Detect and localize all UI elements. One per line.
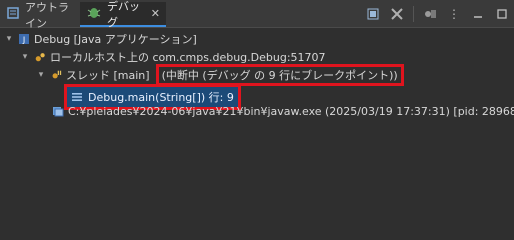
tab-debug[interactable]: デバッグ ✕ <box>80 0 166 29</box>
debug-bug-icon <box>86 4 102 23</box>
suspended-thread-icon <box>50 69 62 81</box>
remove-terminated-icon[interactable] <box>365 6 381 22</box>
remove-all-terminated-icon[interactable] <box>389 6 405 22</box>
svg-text:J: J <box>22 36 25 45</box>
tree-item-process[interactable]: C:¥pleiades¥2024-06¥java¥21¥bin¥javaw.ex… <box>52 102 514 120</box>
tree-item-launch[interactable]: ▾ J Debug [Java アプリケーション] <box>4 30 197 48</box>
tab-outline[interactable]: アウトライン <box>0 1 80 30</box>
maximize-icon[interactable] <box>494 6 510 22</box>
launch-label: Debug [Java アプリケーション] <box>34 33 197 46</box>
tab-label: デバッグ <box>107 0 140 29</box>
process-icon <box>52 105 64 117</box>
thread-label: スレッド [main] <box>66 69 150 82</box>
collapse-chevron-icon[interactable]: ▾ <box>36 70 46 80</box>
debug-settings-icon[interactable] <box>422 6 438 22</box>
close-icon[interactable]: ✕ <box>151 7 160 20</box>
java-app-icon: J <box>18 33 30 45</box>
tab-label: アウトライン <box>25 0 69 30</box>
collapse-chevron-icon[interactable]: ▾ <box>20 52 30 62</box>
view-tab-bar: アウトライン デバッグ ✕ ⋮ <box>0 0 514 30</box>
vm-gears-icon <box>34 51 46 63</box>
thread-status-highlight: (中断中 (デバッグ の 9 行にブレークポイント)) <box>155 64 404 86</box>
more-options-icon[interactable]: ⋮ <box>446 6 462 22</box>
toolbar-separator <box>413 6 414 22</box>
minimize-icon[interactable] <box>470 6 486 22</box>
view-toolbar: ⋮ <box>365 4 510 24</box>
process-label: C:¥pleiades¥2024-06¥java¥21¥bin¥javaw.ex… <box>68 104 514 118</box>
debug-tree: ▾ J Debug [Java アプリケーション] ▾ ローカルホスト上の co… <box>0 28 514 223</box>
collapse-chevron-icon[interactable]: ▾ <box>4 34 14 44</box>
outline-icon <box>6 6 20 23</box>
tree-item-thread[interactable]: ▾ スレッド [main] (中断中 (デバッグ の 9 行にブレークポイント)… <box>36 64 404 86</box>
vm-label: ローカルホスト上の com.cmps.debug.Debug:51707 <box>50 51 326 64</box>
